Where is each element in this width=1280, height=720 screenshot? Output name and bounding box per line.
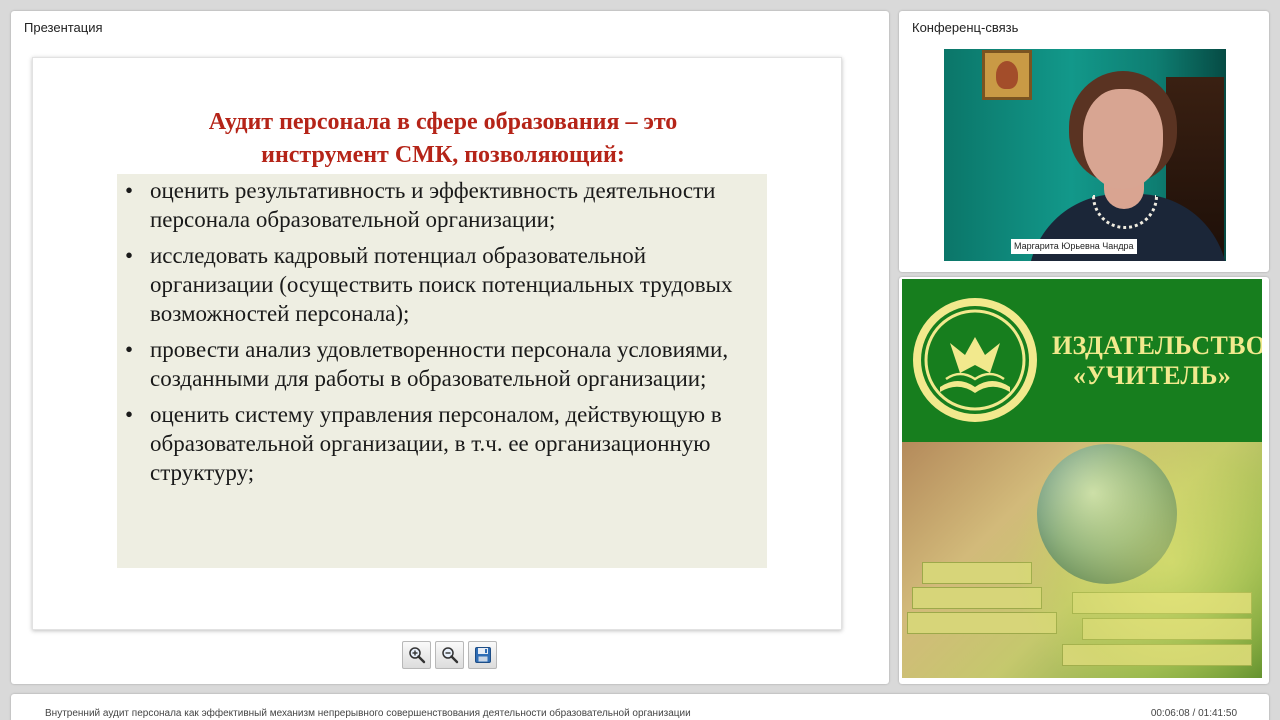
footer-bar: Внутренний аудит персонала как эффективн… (11, 694, 1269, 720)
zoom-out-button[interactable] (435, 641, 464, 669)
publisher-panel: ИЗДАТЕЛЬСТВО «УЧИТЕЛЬ» (899, 277, 1269, 684)
zoom-out-icon (441, 647, 458, 664)
slide: Аудит персонала в сфере образования – эт… (32, 57, 842, 630)
presentation-panel-title: Презентация (24, 20, 103, 35)
conference-panel-title: Конференц-связь (912, 20, 1019, 35)
floppy-disk-icon (474, 647, 491, 663)
speaker-video[interactable]: Маргарита Юрьевна Чандра (944, 49, 1226, 261)
books-globe-photo (902, 442, 1262, 678)
photo-glow (1012, 442, 1262, 678)
slide-title: Аудит персонала в сфере образования – эт… (33, 106, 853, 172)
slide-bullet: оценить результативность и эффективность… (117, 176, 767, 234)
publisher-banner-top: ИЗДАТЕЛЬСТВО «УЧИТЕЛЬ» (902, 279, 1262, 442)
presentation-toolbar (402, 641, 497, 669)
speaker-name-label: Маргарита Юрьевна Чандра (1011, 239, 1137, 254)
publisher-name-line-1: ИЗДАТЕЛЬСТВО (1052, 331, 1262, 360)
slide-bullet-list: оценить результативность и эффективность… (117, 176, 767, 494)
publisher-name: ИЗДАТЕЛЬСТВО «УЧИТЕЛЬ» (1052, 331, 1262, 391)
conference-panel: Конференц-связь Маргарита Юрьевна Чандра (899, 11, 1269, 272)
publisher-logo-icon (913, 298, 1037, 422)
wall-picture (982, 50, 1032, 100)
slide-bullet: оценить систему управления персоналом, д… (117, 400, 767, 487)
presentation-panel: Презентация Аудит персонала в сфере обра… (11, 11, 889, 684)
playback-time: 00:06:08 / 01:41:50 (1150, 708, 1237, 719)
zoom-in-icon (408, 647, 425, 664)
slide-title-line-2: инструмент СМК, позволяющий: (261, 142, 625, 168)
publisher-banner: ИЗДАТЕЛЬСТВО «УЧИТЕЛЬ» (902, 279, 1262, 678)
slide-title-line-1: Аудит персонала в сфере образования – эт… (208, 109, 678, 135)
zoom-in-button[interactable] (402, 641, 431, 669)
publisher-name-line-2: «УЧИТЕЛЬ» (1073, 361, 1231, 390)
slide-bullet: провести анализ удовлетворенности персон… (117, 335, 767, 393)
slide-bullet: исследовать кадровый потенциал образоват… (117, 241, 767, 328)
slide-bullet-box: оценить результативность и эффективность… (117, 174, 767, 568)
save-button[interactable] (468, 641, 497, 669)
speaker-face (1083, 89, 1163, 189)
webinar-title: Внутренний аудит персонала как эффективн… (45, 708, 691, 719)
